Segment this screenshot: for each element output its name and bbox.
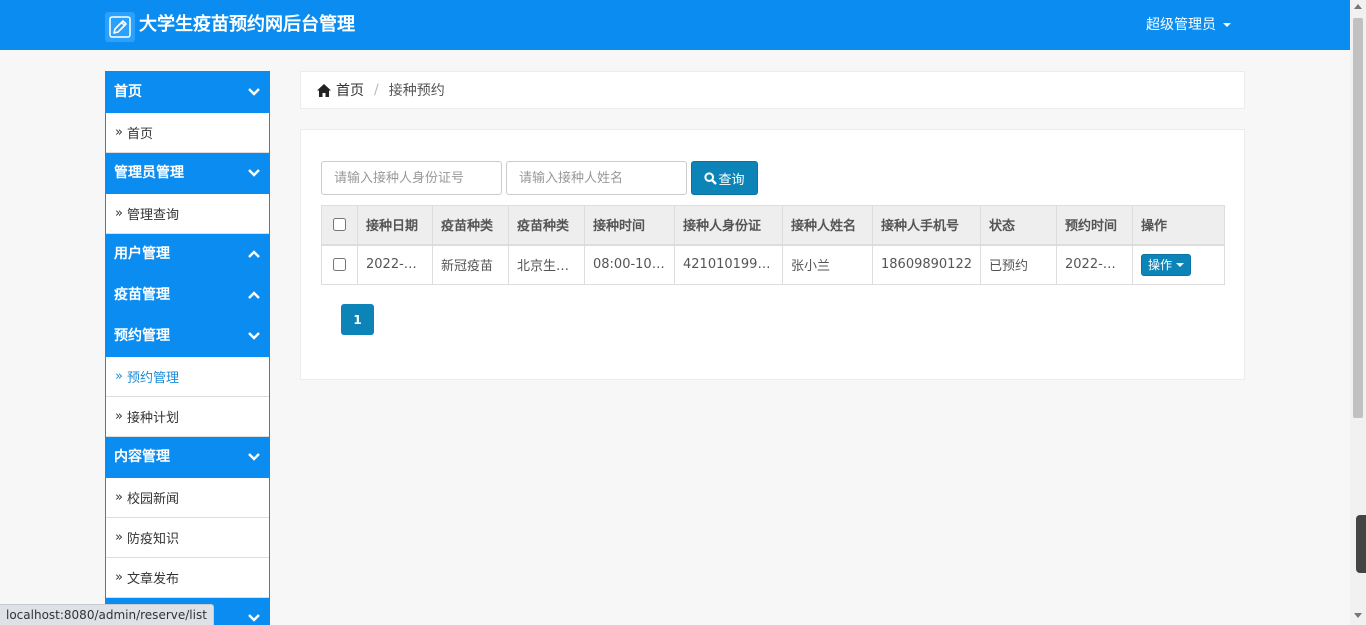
browser-status-url: localhost:8080/admin/reserve/list bbox=[0, 604, 214, 625]
content-panel: 查询 接种日期 疫苗种类 疫苗种类 接种时间 接种人身份证 接种人姓名 接种人手… bbox=[300, 129, 1245, 380]
sidebar-group-content[interactable]: 内容管理 bbox=[106, 437, 269, 478]
double-chevron-right-icon: » bbox=[115, 530, 123, 545]
name-search-input[interactable] bbox=[506, 161, 687, 195]
sidebar-group-admin[interactable]: 管理员管理 bbox=[106, 153, 269, 194]
cell-name: 张小兰 bbox=[782, 244, 873, 285]
row-action-label: 操作 bbox=[1148, 258, 1173, 273]
sidebar-group-label: 用户管理 bbox=[114, 245, 170, 262]
breadcrumb-separator: / bbox=[374, 82, 379, 98]
reservation-table: 接种日期 疫苗种类 疫苗种类 接种时间 接种人身份证 接种人姓名 接种人手机号 … bbox=[321, 205, 1225, 285]
column-header: 状态 bbox=[980, 205, 1057, 246]
floating-widget-handle[interactable] bbox=[1356, 515, 1366, 573]
sidebar-item-article-publish[interactable]: » 文章发布 bbox=[106, 558, 269, 598]
sidebar-group-label: 预约管理 bbox=[114, 327, 170, 344]
column-header: 接种时间 bbox=[584, 205, 675, 246]
table-header-row: 接种日期 疫苗种类 疫苗种类 接种时间 接种人身份证 接种人姓名 接种人手机号 … bbox=[321, 205, 1225, 246]
home-icon bbox=[317, 83, 331, 97]
search-icon bbox=[704, 171, 718, 185]
column-header: 操作 bbox=[1132, 205, 1225, 246]
sidebar-item-label: 首页 bbox=[126, 127, 153, 142]
double-chevron-right-icon: » bbox=[115, 125, 123, 140]
cell-time: 08:00-10:00 bbox=[584, 244, 675, 285]
chevron-down-icon bbox=[248, 453, 260, 461]
chevron-down-icon bbox=[248, 332, 260, 340]
column-header: 接种日期 bbox=[357, 205, 433, 246]
sidebar-group-label: 内容管理 bbox=[114, 448, 170, 465]
sidebar-item-label: 接种计划 bbox=[126, 411, 179, 426]
double-chevron-right-icon: » bbox=[115, 409, 123, 424]
sidebar-item-label: 校园新闻 bbox=[126, 492, 179, 507]
sidebar-item-vaccination-plan[interactable]: » 接种计划 bbox=[106, 397, 269, 437]
pencil-icon bbox=[105, 12, 135, 42]
cell-booked-at: 2022-03... bbox=[1056, 244, 1133, 285]
chevron-down-icon bbox=[248, 614, 260, 622]
caret-down-icon bbox=[1176, 262, 1185, 267]
row-action-button[interactable]: 操作 bbox=[1141, 253, 1192, 276]
chevron-down-icon bbox=[248, 169, 260, 177]
double-chevron-right-icon: » bbox=[115, 206, 123, 221]
sidebar-group-users[interactable]: 用户管理 bbox=[106, 234, 269, 275]
sidebar-group-vaccines[interactable]: 疫苗管理 bbox=[106, 275, 269, 316]
breadcrumb-home-link[interactable]: 首页 bbox=[336, 80, 364, 100]
sidebar-item-reservation-manage[interactable]: » 预约管理 bbox=[106, 357, 269, 397]
pagination-page-1[interactable]: 1 bbox=[341, 304, 374, 335]
select-all-cell bbox=[321, 205, 358, 246]
query-button-label: 查询 bbox=[718, 172, 745, 188]
column-header: 接种人手机号 bbox=[872, 205, 981, 246]
cell-status: 已预约 bbox=[980, 244, 1057, 285]
table-row: 2022-03... 新冠疫苗 北京生物... 08:00-10:00 4210… bbox=[321, 244, 1225, 285]
sidebar-item-label: 预约管理 bbox=[126, 371, 179, 386]
id-card-search-input[interactable] bbox=[321, 161, 502, 195]
sidebar-group-label: 管理员管理 bbox=[114, 164, 184, 181]
row-select-cell bbox=[321, 244, 358, 285]
cell-date: 2022-03... bbox=[357, 244, 433, 285]
cell-actions: 操作 bbox=[1132, 244, 1225, 285]
chevron-up-icon bbox=[248, 291, 260, 299]
sidebar-group-label: 首页 bbox=[114, 83, 142, 100]
cell-vaccine-maker: 北京生物... bbox=[508, 244, 585, 285]
chevron-up-icon bbox=[248, 250, 260, 258]
scroll-up-arrow-icon[interactable] bbox=[1354, 4, 1362, 9]
sidebar-item-label: 管理查询 bbox=[126, 208, 179, 223]
select-all-checkbox[interactable] bbox=[333, 218, 346, 232]
sidebar-item-home[interactable]: » 首页 bbox=[106, 113, 269, 153]
sidebar-item-label: 文章发布 bbox=[126, 572, 179, 587]
chevron-down-icon bbox=[248, 88, 260, 96]
row-checkbox[interactable] bbox=[333, 258, 346, 272]
sidebar-item-label: 防疫知识 bbox=[126, 532, 179, 547]
scrollbar-thumb[interactable] bbox=[1353, 18, 1363, 418]
sidebar-item-prevention-knowledge[interactable]: » 防疫知识 bbox=[106, 518, 269, 558]
double-chevron-right-icon: » bbox=[115, 490, 123, 505]
caret-down-icon bbox=[1223, 23, 1231, 27]
sidebar-group-reservations[interactable]: 预约管理 bbox=[106, 316, 269, 357]
cell-phone: 18609890122 bbox=[872, 244, 981, 285]
admin-user-menu[interactable]: 超级管理员 bbox=[1146, 15, 1231, 35]
sidebar-group-label: 疫苗管理 bbox=[114, 286, 170, 303]
query-button[interactable]: 查询 bbox=[691, 161, 758, 195]
breadcrumb-current: 接种预约 bbox=[388, 83, 445, 99]
breadcrumb: 首页 / 接种预约 bbox=[300, 71, 1245, 109]
sidebar-item-campus-news[interactable]: » 校园新闻 bbox=[106, 478, 269, 518]
cell-vaccine-type: 新冠疫苗 bbox=[432, 244, 509, 285]
column-header: 预约时间 bbox=[1056, 205, 1133, 246]
double-chevron-right-icon: » bbox=[115, 570, 123, 585]
sidebar-item-admin-query[interactable]: » 管理查询 bbox=[106, 194, 269, 234]
cell-id-card: 42101019960... bbox=[674, 244, 783, 285]
admin-user-label: 超级管理员 bbox=[1146, 17, 1216, 33]
column-header: 接种人姓名 bbox=[782, 205, 873, 246]
column-header: 接种人身份证 bbox=[674, 205, 783, 246]
column-header: 疫苗种类 bbox=[432, 205, 509, 246]
scroll-down-arrow-icon[interactable] bbox=[1354, 613, 1362, 618]
sidebar: 首页 » 首页 管理员管理 » 管理查询 用户管理 疫苗管理 预约管理 » 预约… bbox=[105, 71, 270, 625]
app-title[interactable]: 大学生疫苗预约网后台管理 bbox=[139, 13, 355, 37]
sidebar-group-home[interactable]: 首页 bbox=[106, 72, 269, 113]
double-chevron-right-icon: » bbox=[115, 369, 123, 384]
top-navbar: 大学生疫苗预约网后台管理 超级管理员 bbox=[0, 0, 1350, 50]
column-header: 疫苗种类 bbox=[508, 205, 585, 246]
